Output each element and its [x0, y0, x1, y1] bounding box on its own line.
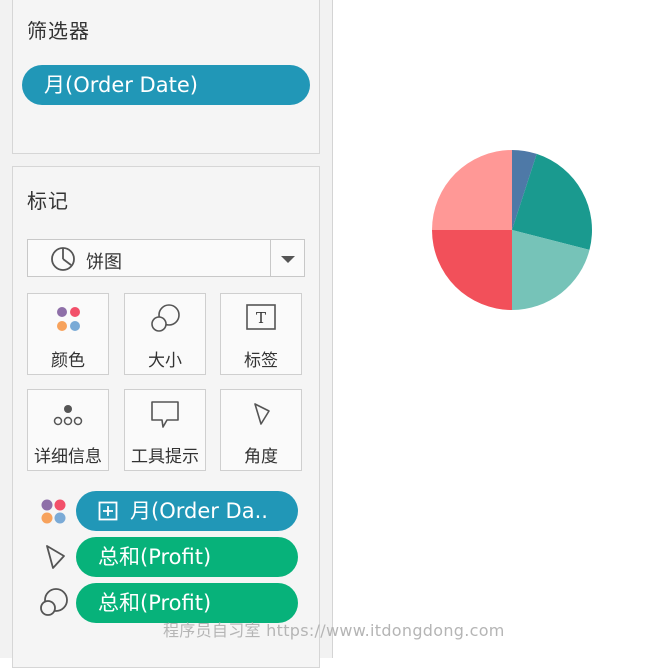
watermark: 程序员自习室 https://www.itdongdong.com	[163, 621, 505, 640]
angle-button-label: 角度	[244, 447, 278, 467]
filters-card: 筛选器 月(Order Date)	[12, 0, 320, 154]
chevron-down-icon[interactable]	[281, 256, 295, 263]
size-button-label: 大小	[148, 351, 182, 371]
marks-card: 标记 饼图 颜色 大小 T 标签 详细信息 工具提示 角度 月(Order Da…	[12, 166, 320, 668]
shelf-pill-month-label: 月(Order Da..	[130, 499, 268, 523]
shelf-pill-month[interactable]: 月(Order Da..	[76, 491, 298, 531]
marks-title: 标记	[27, 189, 69, 213]
tooltip-button-label: 工具提示	[131, 447, 199, 467]
label-button[interactable]: T 标签	[220, 293, 302, 375]
text-label-icon: T	[246, 304, 276, 330]
label-button-label: 标签	[244, 351, 278, 371]
pie-chart	[432, 150, 592, 310]
detail-button-label: 详细信息	[34, 447, 102, 467]
size-button[interactable]: 大小	[124, 293, 206, 375]
mark-type-dropdown[interactable]: 饼图	[27, 239, 305, 277]
filter-pill-month[interactable]: 月(Order Date)	[22, 65, 310, 105]
detail-dots-icon	[53, 405, 83, 426]
color-dots-icon	[41, 499, 66, 524]
tooltip-icon	[151, 401, 179, 428]
detail-button[interactable]: 详细信息	[27, 389, 109, 471]
tooltip-button[interactable]: 工具提示	[124, 389, 206, 471]
shelf-pill-profit-angle[interactable]: 总和(Profit)	[76, 537, 298, 577]
color-button-label: 颜色	[51, 351, 85, 371]
angle-icon	[46, 545, 65, 569]
svg-text:T: T	[256, 309, 266, 327]
pie-slice[interactable]	[432, 230, 512, 310]
mark-type-label: 饼图	[86, 252, 122, 273]
color-button[interactable]: 颜色	[27, 293, 109, 375]
pie-chart-icon	[51, 247, 75, 271]
left-panel: 筛选器 月(Order Date) 标记 饼图 颜色 大小 T 标签 详细信息 …	[0, 0, 333, 668]
filters-title: 筛选器	[27, 19, 90, 43]
angle-icon	[254, 403, 270, 425]
pie-slice[interactable]	[432, 150, 512, 230]
expand-plus-icon[interactable]	[98, 501, 118, 521]
size-circles-icon	[151, 304, 180, 332]
dropdown-divider	[270, 240, 271, 276]
size-circles-icon	[40, 588, 68, 616]
angle-button[interactable]: 角度	[220, 389, 302, 471]
color-dots-icon	[57, 307, 80, 331]
